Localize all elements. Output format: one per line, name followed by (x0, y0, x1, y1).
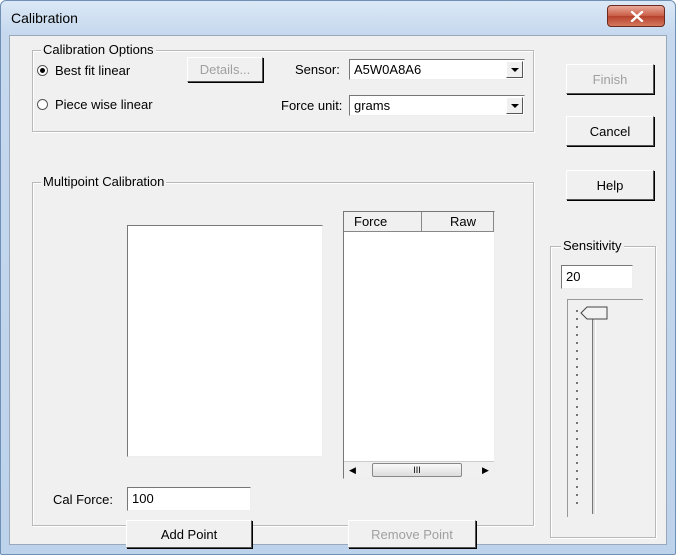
sensor-value: A5W0A8A6 (354, 62, 422, 77)
finish-button[interactable]: Finish (566, 64, 654, 94)
sensor-label: Sensor: (295, 62, 340, 77)
close-icon (630, 11, 644, 22)
cal-force-label: Cal Force: (53, 492, 113, 507)
close-button[interactable] (607, 5, 665, 27)
calibration-plot-area (127, 225, 323, 457)
slider-tick-marks (576, 310, 578, 510)
piece-wise-linear-radio[interactable]: Piece wise linear (37, 97, 153, 112)
column-header-raw[interactable]: Raw (422, 212, 494, 232)
cancel-button[interactable]: Cancel (566, 116, 654, 146)
calibration-points-list[interactable]: Force Raw ◀ III ▶ (343, 211, 495, 479)
force-unit-value: grams (354, 98, 391, 113)
window-title: Calibration (11, 10, 78, 26)
force-unit-dropdown-arrow-icon[interactable] (506, 97, 523, 114)
add-point-button[interactable]: Add Point (126, 520, 252, 548)
multipoint-calibration-group: Multipoint Calibration Force Raw ◀ III ▶… (32, 174, 534, 526)
best-fit-radio-indicator[interactable] (37, 65, 48, 76)
slider-track (592, 314, 596, 514)
multipoint-legend: Multipoint Calibration (41, 174, 167, 189)
scroll-left-icon[interactable]: ◀ (344, 462, 361, 478)
help-button[interactable]: Help (566, 170, 654, 200)
cal-force-value: 100 (132, 491, 154, 506)
title-bar: Calibration (1, 1, 675, 35)
piece-wise-label: Piece wise linear (55, 97, 153, 112)
sensitivity-legend: Sensitivity (561, 238, 624, 253)
sensitivity-slider[interactable] (567, 299, 643, 517)
list-horizontal-scrollbar[interactable]: ◀ III ▶ (344, 461, 494, 478)
force-unit-label: Force unit: (281, 98, 343, 113)
details-button[interactable]: Details... (187, 57, 263, 82)
dialog-client-area: Calibration Options Best fit linear Piec… (9, 35, 667, 548)
remove-point-button[interactable]: Remove Point (348, 520, 476, 548)
cal-force-input[interactable]: 100 (127, 487, 251, 511)
scroll-right-icon[interactable]: ▶ (477, 462, 494, 478)
sensitivity-group: Sensitivity 20 (550, 238, 656, 538)
sensitivity-value: 20 (566, 269, 581, 284)
force-column-label: Force (354, 214, 388, 229)
piece-wise-radio-indicator[interactable] (37, 99, 48, 110)
best-fit-label: Best fit linear (55, 63, 131, 78)
raw-column-label: Raw (450, 214, 477, 229)
column-header-force[interactable]: Force (344, 212, 422, 232)
calibration-options-legend: Calibration Options (41, 42, 156, 57)
calibration-dialog: Calibration Calibration Options Best fit… (0, 0, 676, 555)
calibration-options-group: Calibration Options Best fit linear Piec… (32, 42, 534, 132)
slider-thumb[interactable] (580, 306, 608, 320)
sensor-dropdown-arrow-icon[interactable] (506, 61, 523, 78)
best-fit-linear-radio[interactable]: Best fit linear (37, 63, 130, 78)
scroll-thumb-grip: III (413, 465, 421, 475)
scroll-thumb[interactable]: III (372, 463, 462, 477)
sensitivity-input[interactable]: 20 (561, 265, 633, 289)
sensor-select[interactable]: A5W0A8A6 (349, 59, 525, 80)
force-unit-select[interactable]: grams (349, 95, 525, 116)
